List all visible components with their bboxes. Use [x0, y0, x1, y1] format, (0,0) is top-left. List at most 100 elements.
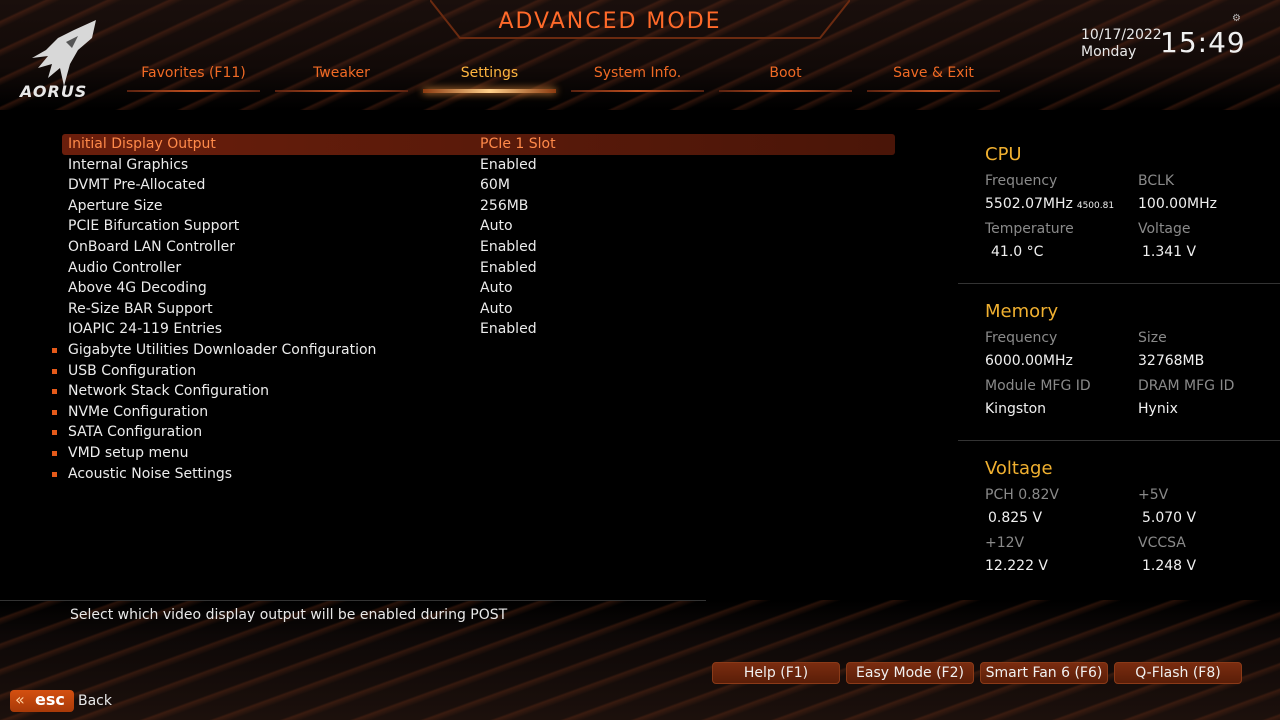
setting-label: DVMT Pre-Allocated: [68, 177, 206, 194]
tab-favorites[interactable]: Favorites (F11): [127, 62, 260, 92]
memory-size-label: Size: [1138, 330, 1167, 346]
setting-row-ioapic[interactable]: IOAPIC 24-119 Entries Enabled: [62, 319, 895, 340]
cpu-bclk-label: BCLK: [1138, 173, 1175, 189]
bullet-icon: [52, 389, 57, 395]
setting-row-onboard-lan[interactable]: OnBoard LAN Controller Enabled: [62, 237, 895, 258]
submenu-acoustic-noise[interactable]: Acoustic Noise Settings: [52, 464, 895, 485]
setting-row-resize-bar[interactable]: Re-Size BAR Support Auto: [62, 299, 895, 320]
setting-value[interactable]: PCIe 1 Slot: [480, 134, 556, 155]
back-label[interactable]: Back: [78, 693, 112, 709]
submenu-usb[interactable]: USB Configuration: [52, 361, 895, 382]
setting-row-above-4g-decoding[interactable]: Above 4G Decoding Auto: [62, 278, 895, 299]
submenu-label: VMD setup menu: [68, 444, 189, 461]
q-flash-button[interactable]: Q-Flash (F8): [1114, 662, 1242, 684]
setting-label: OnBoard LAN Controller: [68, 238, 235, 255]
memory-frequency-label: Frequency: [985, 330, 1058, 346]
bullet-icon: [52, 471, 57, 477]
setting-value[interactable]: Enabled: [480, 258, 537, 279]
cpu-frequency-sub: 4500.81: [1076, 201, 1115, 211]
panel-divider: [958, 440, 1280, 441]
bullet-icon: [52, 450, 57, 456]
back-arrow-icon: «: [15, 690, 25, 709]
setting-label: IOAPIC 24-119 Entries: [68, 321, 223, 338]
tab-tweaker[interactable]: Tweaker: [275, 62, 408, 92]
page-title: ADVANCED MODE: [498, 9, 722, 34]
submenu-sata[interactable]: SATA Configuration: [52, 422, 895, 443]
p12v-value: 12.222 V: [985, 558, 1049, 574]
p12v-label: +12V: [985, 535, 1025, 551]
clock-display: 15:49: [1160, 26, 1246, 59]
submenu-network-stack[interactable]: Network Stack Configuration: [52, 381, 895, 402]
help-divider: [0, 600, 706, 601]
setting-value[interactable]: Auto: [480, 299, 513, 320]
setting-row-dvmt-pre-allocated[interactable]: DVMT Pre-Allocated 60M: [62, 175, 895, 196]
setting-label: Audio Controller: [68, 259, 182, 276]
submenu-label: USB Configuration: [68, 362, 197, 379]
day-text: Monday: [1081, 44, 1137, 60]
memory-panel: Memory Frequency Size 6000.00MHz 32768MB…: [985, 301, 1265, 420]
dram-mfg-label: DRAM MFG ID: [1138, 378, 1235, 394]
setting-row-pcie-bifurcation[interactable]: PCIE Bifurcation Support Auto: [62, 216, 895, 237]
submenu-gigabyte-utilities[interactable]: Gigabyte Utilities Downloader Configurat…: [52, 340, 895, 361]
submenu-label: Gigabyte Utilities Downloader Configurat…: [68, 341, 377, 358]
tab-settings[interactable]: Settings: [423, 62, 556, 93]
module-mfg-label: Module MFG ID: [985, 378, 1091, 394]
esc-label: esc: [35, 690, 65, 709]
setting-value[interactable]: Enabled: [480, 319, 537, 340]
bullet-icon: [52, 409, 57, 415]
setting-label: Internal Graphics: [68, 156, 189, 173]
memory-info-grid: Frequency Size 6000.00MHz 32768MB Module…: [985, 322, 1265, 420]
voltage-panel: Voltage PCH 0.82V +5V 0.825 V 5.070 V +1…: [985, 458, 1265, 577]
cpu-info-grid: Frequency BCLK 5502.07MHz 4500.81 100.00M…: [985, 165, 1265, 263]
gear-icon[interactable]: ⚙: [1232, 13, 1241, 24]
setting-value[interactable]: Auto: [480, 278, 513, 299]
submenu-nvme[interactable]: NVMe Configuration: [52, 402, 895, 423]
smart-fan-button[interactable]: Smart Fan 6 (F6): [980, 662, 1108, 684]
p5v-label: +5V: [1138, 487, 1169, 503]
bullet-icon: [52, 430, 57, 436]
aorus-logo-text: AORUS: [20, 82, 88, 101]
easy-mode-button[interactable]: Easy Mode (F2): [846, 662, 974, 684]
setting-value[interactable]: 256MB: [480, 196, 528, 217]
memory-title: Memory: [985, 301, 1059, 322]
tab-save-exit[interactable]: Save & Exit: [867, 62, 1000, 92]
help-button[interactable]: Help (F1): [712, 662, 840, 684]
tab-system-info[interactable]: System Info.: [571, 62, 704, 92]
module-mfg-value: Kingston: [985, 401, 1047, 417]
main-tabs: Favorites (F11) Tweaker Settings System …: [127, 62, 1015, 94]
cpu-bclk-value: 100.00MHz: [1138, 196, 1217, 212]
submenu-label: NVMe Configuration: [68, 403, 209, 420]
tab-boot[interactable]: Boot: [719, 62, 852, 92]
bullet-icon: [52, 368, 57, 374]
bottom-toolbar: Help (F1) Easy Mode (F2) Smart Fan 6 (F6…: [712, 662, 1248, 684]
setting-row-internal-graphics[interactable]: Internal Graphics Enabled: [62, 155, 895, 176]
setting-label: Aperture Size: [68, 197, 163, 214]
help-description: Select which video display output will b…: [70, 607, 508, 623]
setting-row-aperture-size[interactable]: Aperture Size 256MB: [62, 196, 895, 217]
cpu-voltage-label: Voltage: [1138, 221, 1191, 237]
date-display: 10/17/2022 Monday: [1081, 27, 1162, 61]
memory-size-value: 32768MB: [1138, 353, 1205, 369]
cpu-frequency-label: Frequency: [985, 173, 1058, 189]
cpu-title: CPU: [985, 144, 1022, 165]
submenu-vmd[interactable]: VMD setup menu: [52, 443, 895, 464]
pch-voltage-value: 0.825 V: [988, 510, 1043, 526]
setting-value[interactable]: 60M: [480, 175, 510, 196]
setting-row-initial-display-output[interactable]: Initial Display Output PCIe 1 Slot: [62, 134, 895, 155]
setting-label: PCIE Bifurcation Support: [68, 218, 240, 235]
cpu-temperature-label: Temperature: [985, 221, 1074, 237]
setting-value[interactable]: Enabled: [480, 155, 537, 176]
date-text: 10/17/2022: [1081, 27, 1162, 43]
pch-voltage-label: PCH 0.82V: [985, 487, 1059, 503]
p5v-value: 5.070 V: [1142, 510, 1197, 526]
setting-value[interactable]: Enabled: [480, 237, 537, 258]
cpu-frequency-main: 5502.07MHz: [985, 196, 1073, 212]
cpu-panel: CPU Frequency BCLK 5502.07MHz 4500.81 100…: [985, 144, 1265, 263]
memory-frequency-value: 6000.00MHz: [985, 353, 1073, 369]
setting-label: Initial Display Output: [68, 136, 216, 152]
dram-mfg-value: Hynix: [1138, 401, 1178, 417]
cpu-frequency-value: 5502.07MHz 4500.81: [985, 196, 1114, 212]
submenu-label: SATA Configuration: [68, 424, 203, 441]
setting-row-audio-controller[interactable]: Audio Controller Enabled: [62, 258, 895, 279]
setting-value[interactable]: Auto: [480, 216, 513, 237]
